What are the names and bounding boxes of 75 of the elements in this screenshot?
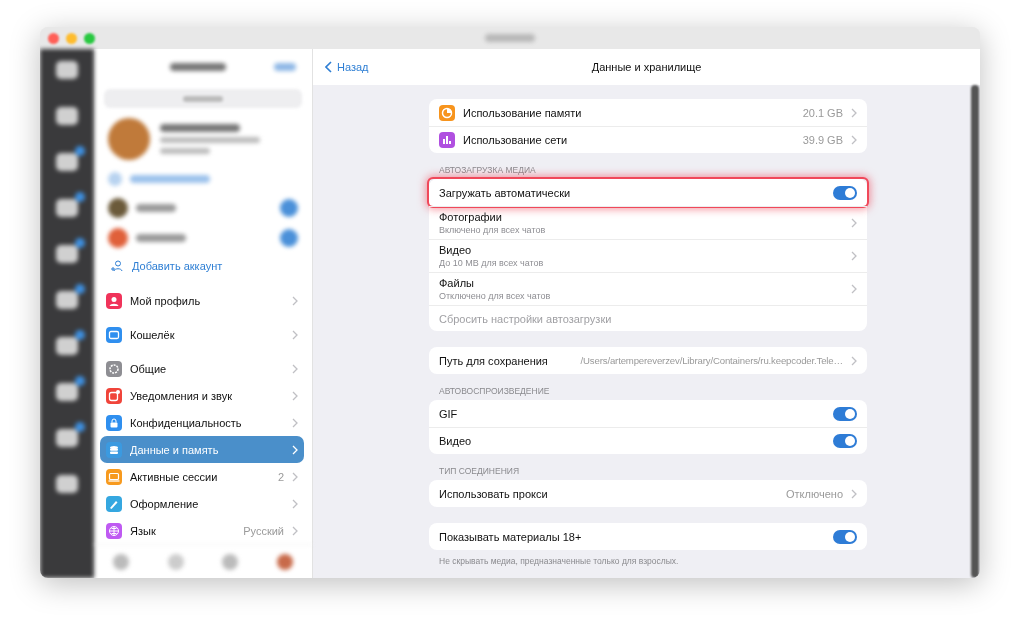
settings-row[interactable]: Файлы Отключено для всех чатов <box>429 272 867 305</box>
item-value: 2 <box>277 470 284 483</box>
blurred-button[interactable] <box>274 63 296 71</box>
row-value: Отключено <box>786 487 843 500</box>
sidebar-item[interactable]: Конфиденциальность <box>100 409 304 436</box>
minimize-button[interactable] <box>66 32 77 44</box>
highlighted-row[interactable]: Загружать автоматически <box>429 179 867 206</box>
settings-row[interactable]: Использование памяти 20.1 GB <box>429 99 867 126</box>
sidebar-item[interactable]: Уведомления и звук <box>100 382 304 409</box>
settings-row[interactable]: Видео <box>429 427 867 454</box>
chevron-icon <box>851 107 857 118</box>
chevron-icon <box>292 295 298 306</box>
settings-row[interactable]: Использовать прокси Отключено <box>429 480 867 507</box>
section-footer: Не скрывать медиа, предназначенные только для взрослых. <box>429 556 867 566</box>
row-label: Путь для сохранения <box>439 354 548 367</box>
chevron-icon <box>292 390 298 401</box>
settings-row[interactable]: Использование сети 39.9 GB <box>429 126 867 153</box>
row-label: Показывать материалы 18+ <box>439 530 582 543</box>
sidebar-item[interactable]: Общие <box>100 355 304 382</box>
chevron-icon <box>851 135 857 145</box>
chevron-icon <box>851 284 857 294</box>
row-label: GIF <box>439 407 458 420</box>
chevron-icon <box>292 525 298 536</box>
settings-row[interactable]: Видео До 10 MB для всех чатов <box>429 239 867 272</box>
blurred-title <box>170 63 226 71</box>
row-label: Использование сети <box>463 134 568 146</box>
chevron-icon <box>851 218 857 228</box>
row-value: 39.9 GB <box>802 134 843 146</box>
sidebar-item[interactable]: Активные сессии 2 <box>100 463 304 490</box>
chevron-icon <box>292 329 298 340</box>
zoom-button[interactable] <box>84 32 95 44</box>
sidebar-item[interactable]: Кошелёк <box>100 321 304 348</box>
toggle-switch[interactable] <box>833 434 857 448</box>
row-label: Использовать прокси <box>439 487 548 500</box>
add-account-button[interactable]: Добавить аккаунт <box>94 253 312 279</box>
chevron-icon <box>851 355 857 366</box>
row-label: Файлы <box>439 277 475 289</box>
toggle-switch[interactable] <box>833 406 857 421</box>
chevron-icon <box>851 251 857 261</box>
chevron-icon <box>292 363 298 374</box>
add-person-icon <box>110 259 124 273</box>
page-title: Данные и хранилище <box>591 61 702 73</box>
chevron-icon <box>292 471 298 482</box>
toggle-switch[interactable] <box>833 529 857 544</box>
row-subtitle: До 10 MB для всех чатов <box>439 258 545 268</box>
close-button[interactable] <box>48 32 59 44</box>
chevron-icon <box>851 488 857 499</box>
section-header: АВТОЗАГРУЗКА МЕДИА <box>438 165 537 177</box>
chevron-icon <box>292 498 298 509</box>
sidebar-item[interactable]: Мой профиль <box>100 287 304 314</box>
row-label: Видео <box>439 244 473 256</box>
back-button[interactable]: Назад <box>325 61 369 73</box>
sidebar-item[interactable]: Язык Русский <box>100 517 304 544</box>
row-subtitle: Отключено для всех чатов <box>439 291 552 301</box>
toggle-switch[interactable] <box>833 185 857 200</box>
section-header: ТИП СОЕДИНЕНИЯ <box>438 466 521 478</box>
row-value: 20.1 GB <box>802 106 843 119</box>
chevron-icon <box>292 444 298 455</box>
chevron-icon <box>292 417 298 428</box>
row-label: Использование памяти <box>463 106 582 119</box>
row-subtitle: Включено для всех чатов <box>439 225 547 235</box>
settings-row[interactable]: Показывать материалы 18+ <box>429 523 867 550</box>
settings-row[interactable]: Путь для сохранения /Users/artempereverzev/Library/Containers/ru.keepcoder.Tele… <box>429 347 867 374</box>
section-header: АВТОВОСПРОИЗВЕДЕНИЕ <box>438 386 551 398</box>
scrollbar[interactable] <box>971 85 979 578</box>
item-value: Русский <box>243 524 284 537</box>
row-label: Видео <box>439 435 472 447</box>
blurred-title <box>485 34 535 42</box>
row-label: Фотографии <box>439 211 503 223</box>
sidebar-item[interactable]: Оформление <box>100 490 304 517</box>
settings-row[interactable]: GIF <box>429 400 867 427</box>
row-label: Загружать автоматически <box>439 186 571 199</box>
chevron-left-icon <box>325 61 332 73</box>
settings-row[interactable]: Фотографии Включено для всех чатов <box>429 206 867 239</box>
row-value: /Users/artempereverzev/Library/Containers/ru.keepcoder.Tele… <box>580 355 843 366</box>
